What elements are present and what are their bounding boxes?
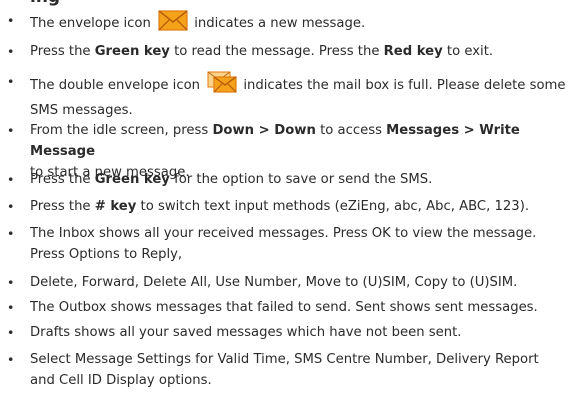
section-heading: ing xyxy=(30,0,60,7)
list-item-text: Drafts shows all your saved messages whi… xyxy=(30,325,462,340)
list-item-text: Select Message Settings for Valid Time, … xyxy=(30,352,539,388)
list-item-text: Press the Green key for the option to sa… xyxy=(30,172,433,187)
bullet: • xyxy=(7,199,15,214)
bullet: • xyxy=(7,44,15,59)
bullet: • xyxy=(7,300,15,315)
double-envelope-icon xyxy=(207,71,237,100)
list-item-text: Delete, Forward, Delete All, Use Number,… xyxy=(30,275,518,290)
envelope-icon xyxy=(158,10,188,38)
list-item-text: Press the Green key to read the message.… xyxy=(30,44,494,59)
list-item-text: The Outbox shows messages that failed to… xyxy=(30,300,538,315)
bullet: • xyxy=(7,74,15,89)
bullet: • xyxy=(7,275,15,290)
bullet: • xyxy=(7,226,15,241)
list-item-text: Press the # key to switch text input met… xyxy=(30,199,530,214)
list-item-text: The Inbox shows all your received messag… xyxy=(30,226,537,262)
bullet: • xyxy=(7,352,15,367)
bullet: • xyxy=(7,325,15,340)
bullet: • xyxy=(7,172,15,187)
list-item-text: The double envelope icon indicates the m… xyxy=(30,71,568,121)
bullet: • xyxy=(7,123,15,138)
bullet: • xyxy=(7,13,15,28)
list-item-text: The envelope icon indicates a new messag… xyxy=(30,10,568,38)
